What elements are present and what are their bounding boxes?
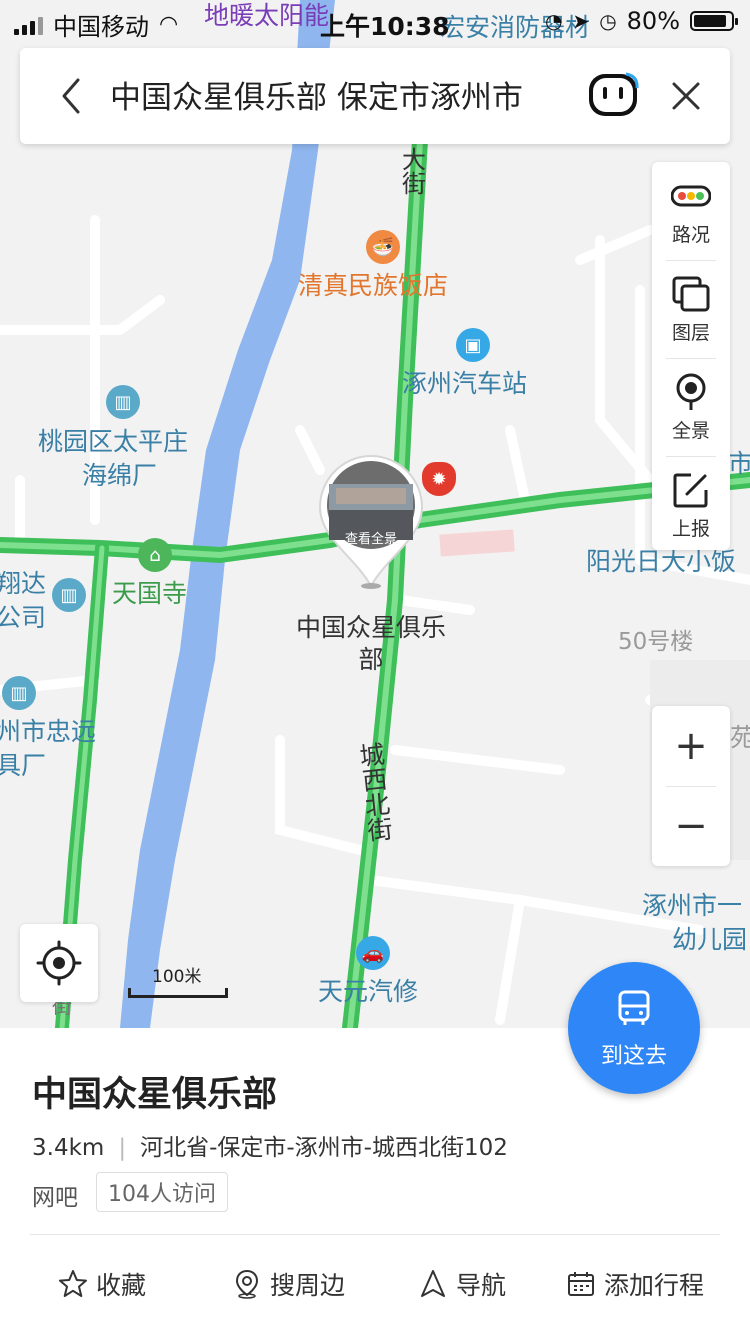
divider <box>30 1234 720 1235</box>
marker-label: 中国众星俱乐部 <box>295 613 446 674</box>
edit-icon <box>673 473 708 508</box>
calendar-icon <box>568 1272 594 1296</box>
scale-text: 100米 <box>152 967 202 987</box>
wifi-icon: ◠ <box>159 12 179 37</box>
report-label: 上报 <box>671 518 710 540</box>
map-toolbar: 路况 图层 全景 上报 <box>652 162 730 550</box>
map-scale: 100米 <box>128 962 228 998</box>
zoom-in-button[interactable]: + <box>652 706 730 786</box>
battery-icon <box>690 11 738 31</box>
building-icon[interactable]: ▥ <box>52 578 86 612</box>
go-there-label: 到这去 <box>600 1044 667 1069</box>
place-category: 网吧 <box>32 1185 78 1211</box>
battery-percent: 80% <box>626 7 680 35</box>
panorama-caption: 查看全景 <box>344 532 397 547</box>
bus-icon <box>618 990 650 1025</box>
signal-icon <box>14 15 43 35</box>
place-name: 中国众星俱乐部 <box>32 1075 278 1115</box>
poi-label: 具厂 <box>0 751 47 780</box>
building-label: 50号楼 <box>618 629 694 655</box>
nearby-label: 搜周边 <box>270 1271 346 1300</box>
status-bar: 中国移动 ◠ 上午10:38 ◔ ➤ ◷ 80% <box>0 0 750 42</box>
poi-label: 苑 <box>730 723 750 752</box>
lock-rotation-icon: ◔ <box>544 9 563 33</box>
traffic-icon <box>671 185 711 207</box>
traffic-button[interactable]: 路况 <box>652 162 730 258</box>
locate-icon <box>36 940 82 986</box>
search-nearby-button[interactable]: 搜周边 <box>232 1264 345 1304</box>
alarm-icon: ◷ <box>599 9 617 33</box>
road-label: 街 <box>402 170 426 198</box>
navigate-button[interactable]: 导航 <box>418 1264 506 1304</box>
traffic-label: 路况 <box>671 224 710 246</box>
poi-label: 天国寺 <box>112 579 188 608</box>
poi-label: 涿州汽车站 <box>402 369 528 398</box>
panorama-marker[interactable]: 查看全景 <box>318 454 424 590</box>
search-bar[interactable]: 中国众星俱乐部 保定市涿州市 <box>20 48 730 144</box>
back-icon[interactable] <box>56 76 86 116</box>
poi-label: 海绵厂 <box>82 461 158 490</box>
panorama-icon <box>676 373 706 410</box>
poi-label: 州市忠远 <box>0 717 97 746</box>
carrier-name: 中国移动 <box>53 13 149 41</box>
close-icon[interactable] <box>670 80 702 112</box>
zoom-control: + − <box>652 706 730 866</box>
go-there-button[interactable]: 到这去 <box>568 962 700 1094</box>
voice-assistant-icon[interactable] <box>586 70 640 120</box>
poi-label: 市 <box>728 449 750 478</box>
layers-label: 图层 <box>671 322 710 344</box>
panorama-button[interactable]: 全景 <box>652 358 730 454</box>
locate-button[interactable] <box>20 924 98 1002</box>
poi-label: 桃园区太平庄 <box>38 427 189 456</box>
map-view[interactable]: 🍜 ▣ ▥ ⌂ ▥ ▥ 🚗 ✹ 地暖太阳能 宏安消防器材 大 街 清真民族饭店 … <box>0 0 750 1028</box>
clock: 上午10:38 <box>320 12 450 41</box>
location-arrow-icon: ➤ <box>572 9 590 33</box>
distance: 3.4km <box>32 1135 105 1161</box>
building-icon[interactable]: ▥ <box>106 385 140 419</box>
place-info: 3.4km | 河北省-保定市-涿州市-城西北街102 <box>32 1128 508 1162</box>
poi-label: 翔达 <box>0 569 47 598</box>
address: 河北省-保定市-涿州市-城西北街102 <box>140 1135 508 1161</box>
location-pin-icon <box>235 1269 259 1299</box>
search-query[interactable]: 中国众星俱乐部 保定市涿州市 <box>110 72 523 117</box>
add-trip-button[interactable]: 添加行程 <box>566 1264 704 1304</box>
marker-pin-icon <box>318 454 424 589</box>
panorama-label: 全景 <box>671 420 710 442</box>
zoom-out-button[interactable]: − <box>652 786 730 866</box>
building-icon[interactable]: ▥ <box>2 676 36 710</box>
poi-label: 天元汽修 <box>318 977 419 1006</box>
gas-station-icon[interactable]: ✹ <box>422 462 456 496</box>
bus-station-icon[interactable]: ▣ <box>456 328 490 362</box>
layers-icon <box>672 276 710 312</box>
favorite-button[interactable]: 收藏 <box>58 1264 146 1304</box>
poi-label: 幼儿园 <box>672 925 748 954</box>
restaurant-icon[interactable]: 🍜 <box>366 230 400 264</box>
poi-label: 清真民族饭店 <box>298 271 449 300</box>
navigate-label: 导航 <box>456 1271 507 1300</box>
star-icon <box>59 1270 87 1297</box>
divider: | <box>118 1135 127 1161</box>
poi-label: 涿州市一 <box>642 891 743 920</box>
scale-bar <box>128 988 228 998</box>
temple-icon[interactable]: ⌂ <box>138 538 172 572</box>
report-button[interactable]: 上报 <box>652 456 730 552</box>
poi-label: 公司 <box>0 603 47 632</box>
favorite-label: 收藏 <box>96 1271 147 1300</box>
layers-button[interactable]: 图层 <box>652 260 730 356</box>
action-bar: 收藏 搜周边 导航 添加行程 <box>0 1264 750 1304</box>
navigation-icon <box>421 1270 445 1297</box>
add-trip-label: 添加行程 <box>604 1271 705 1300</box>
car-icon[interactable]: 🚗 <box>356 936 390 970</box>
visits-badge: 104人访问 <box>96 1172 228 1212</box>
